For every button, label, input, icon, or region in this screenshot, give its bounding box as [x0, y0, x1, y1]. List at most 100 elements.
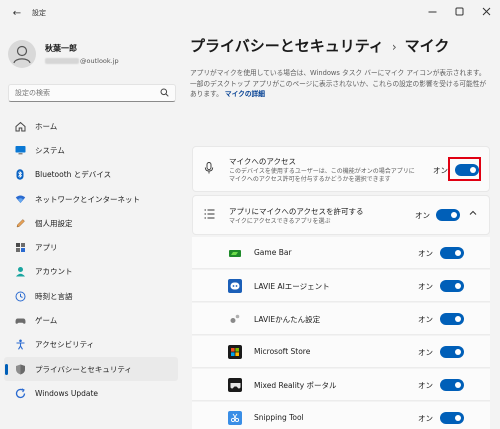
sidebar-item-label: Bluetooth とデバイス [35, 170, 112, 180]
lavie-settings-icon [228, 312, 242, 326]
breadcrumb-parent[interactable]: プライバシーとセキュリティ [190, 37, 384, 55]
page-title: プライバシーとセキュリティ › マイク [190, 35, 449, 56]
app-row-microsoft-store: Microsoft Store オン [192, 336, 490, 368]
mic-access-subtitle: このデバイスを使用するユーザーは、この機能がオンの場合アプリにマイクへのアクセス… [229, 168, 415, 183]
app-access-title: アプリにマイクへのアクセスを許可する [229, 207, 364, 216]
page-description: アプリがマイクを使用している場合は、Windows タスク バーにマイク アイコ… [190, 68, 490, 100]
person-icon [14, 266, 26, 278]
wifi-icon [14, 193, 26, 205]
sidebar-item-bluetooth[interactable]: Bluetooth とデバイス [4, 163, 178, 187]
sidebar-item-privacy-security[interactable]: プライバシーとセキュリティ [4, 356, 178, 382]
main-content: プライバシーとセキュリティ › マイク アプリがマイクを使用している場合は、Wind… [190, 26, 500, 429]
app-access-toggle[interactable] [436, 209, 460, 221]
window-controls [419, 0, 500, 26]
app-state-label: オン [418, 381, 433, 390]
profile-email: @outlook.jp [45, 57, 119, 65]
app-name: Microsoft Store [254, 347, 311, 356]
sidebar-item-label: プライバシーとセキュリティ [35, 364, 132, 374]
app-state-label: オン [418, 348, 433, 357]
sidebar-item-gaming[interactable]: ゲーム [4, 308, 178, 332]
sidebar-item-system[interactable]: システム [4, 138, 178, 162]
sidebar-item-label: 時刻と言語 [35, 291, 73, 301]
minimize-icon [428, 11, 437, 12]
profile[interactable]: 秋葉一郎 @outlook.jp [8, 36, 184, 72]
mic-access-title: マイクへのアクセス [229, 157, 296, 166]
app-row-game-bar: Game Bar オン [192, 237, 490, 269]
shield-icon [14, 363, 26, 375]
sidebar-item-label: ネットワークとインターネット [35, 194, 140, 204]
app-toggle-game-bar[interactable] [440, 247, 464, 259]
lavie-ai-icon [228, 279, 242, 293]
update-icon [14, 387, 26, 399]
app-toggle-lavie-ai[interactable] [440, 280, 464, 292]
title-bar: ← 設定 [0, 0, 500, 26]
sidebar-item-label: Windows Update [35, 388, 99, 398]
store-icon [228, 345, 242, 359]
app-state-label: オン [418, 249, 433, 258]
close-icon [482, 7, 491, 15]
profile-email-domain: @outlook.jp [80, 57, 119, 65]
snipping-tool-icon [228, 411, 242, 425]
app-name: Mixed Reality ポータル [254, 381, 337, 390]
person-silhouette-icon [13, 45, 31, 64]
app-access-state-label: オン [415, 211, 430, 220]
app-name: Snipping Tool [254, 413, 304, 422]
sidebar-item-personalization[interactable]: 個人用設定 [4, 211, 178, 235]
sidebar-item-label: アクセシビリティ [35, 340, 95, 350]
app-state-label: オン [418, 414, 433, 423]
back-button[interactable]: ← [6, 2, 28, 24]
list-icon [204, 209, 215, 222]
app-toggle-snipping-tool[interactable] [440, 412, 464, 424]
app-name: Game Bar [254, 248, 292, 257]
app-state-label: オン [418, 315, 433, 324]
accessibility-icon [14, 339, 26, 351]
app-toggle-mixed-reality[interactable] [440, 379, 464, 391]
maximize-button[interactable] [446, 0, 473, 22]
game-bar-icon [228, 246, 242, 260]
globe-clock-icon [14, 290, 26, 302]
sidebar-item-accessibility[interactable]: アクセシビリティ [4, 333, 178, 357]
search-box[interactable] [8, 84, 176, 102]
breadcrumb-separator: › [391, 40, 397, 54]
avatar [8, 40, 36, 68]
sidebar-item-label: アプリ [35, 243, 58, 253]
sidebar-item-home[interactable]: ホーム [4, 114, 178, 138]
close-button[interactable] [473, 0, 500, 22]
sidebar-item-label: ホーム [35, 121, 58, 131]
sidebar-item-label: 個人用設定 [35, 218, 73, 228]
sidebar-item-time-language[interactable]: 時刻と言語 [4, 284, 178, 308]
app-name: LAVIEかんたん設定 [254, 315, 321, 324]
bluetooth-icon [14, 169, 26, 181]
app-row-lavie-settings: LAVIEかんたん設定 オン [192, 303, 490, 335]
maximize-icon [455, 7, 464, 15]
chevron-up-icon[interactable] [469, 209, 477, 219]
app-name: LAVIE AIエージェント [254, 282, 330, 291]
apps-icon [14, 242, 26, 254]
mic-access-card: マイクへのアクセス このデバイスを使用するユーザーは、この機能がオンの場合アプリ… [192, 146, 490, 192]
sidebar-item-accounts[interactable]: アカウント [4, 260, 178, 284]
search-input[interactable] [15, 89, 160, 97]
arrow-left-icon: ← [12, 7, 22, 19]
monitor-icon [14, 144, 26, 156]
pencil-icon [14, 217, 26, 229]
app-toggle-microsoft-store[interactable] [440, 346, 464, 358]
microphone-icon [204, 162, 214, 177]
app-access-card[interactable]: アプリにマイクへのアクセスを許可する マイクにアクセスできるアプリを選ぶ オン [192, 195, 490, 235]
minimize-button[interactable] [419, 0, 446, 22]
sidebar-item-apps[interactable]: アプリ [4, 235, 178, 259]
sidebar-item-windows-update[interactable]: Windows Update [4, 381, 178, 405]
mixed-reality-icon [228, 378, 242, 392]
app-row-lavie-ai: LAVIE AIエージェント オン [192, 270, 490, 302]
sidebar-item-label: ゲーム [35, 316, 58, 326]
app-toggle-lavie-settings[interactable] [440, 313, 464, 325]
mic-access-state-label: オン [433, 166, 448, 175]
search-icon[interactable] [160, 88, 169, 99]
gamepad-icon [14, 315, 26, 327]
sidebar-nav: ホーム システム Bluetooth とデバイス ネットワークとインターネット … [4, 114, 178, 406]
sidebar: 秋葉一郎 @outlook.jp ホーム システム [0, 26, 184, 429]
sidebar-item-network[interactable]: ネットワークとインターネット [4, 187, 178, 211]
profile-name: 秋葉一郎 [45, 44, 77, 53]
sidebar-item-label: システム [35, 145, 65, 155]
learn-more-link[interactable]: マイクの詳細 [225, 90, 265, 98]
sidebar-item-label: アカウント [35, 267, 73, 277]
